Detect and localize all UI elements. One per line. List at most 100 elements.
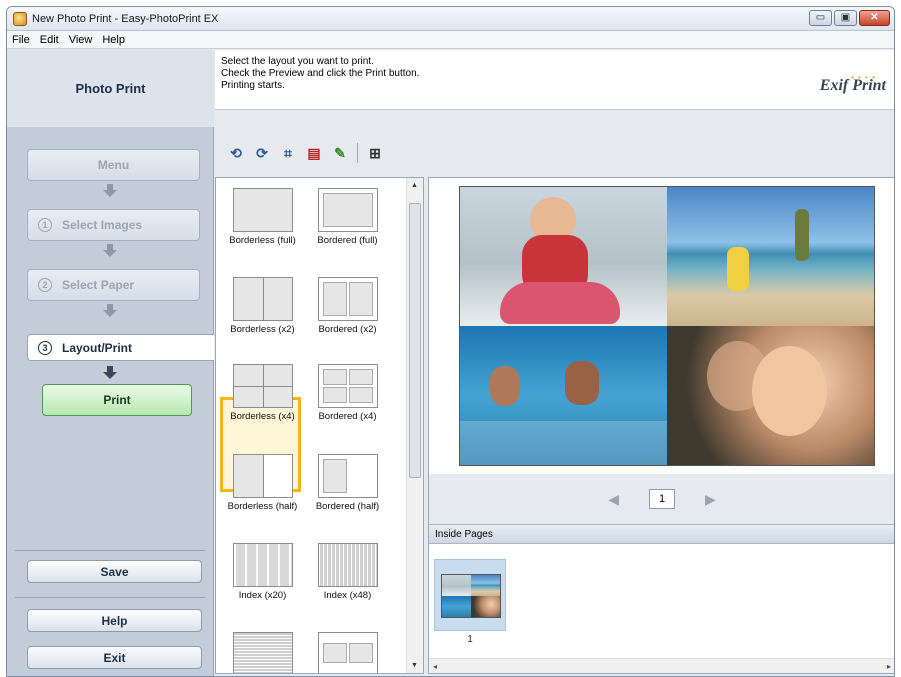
sidebar-title: Photo Print	[7, 50, 214, 127]
layout-label: Borderless (x4)	[230, 411, 295, 422]
layout-borderless-x2[interactable]: Borderless (x2)	[224, 277, 301, 335]
layout-label: Bordered (x2)	[318, 324, 377, 335]
instruction-line: Printing starts.	[221, 80, 285, 91]
layout-thumbnail	[317, 632, 378, 673]
menu-help[interactable]: Help	[102, 34, 125, 46]
minimize-button[interactable]: ▭	[809, 10, 832, 26]
mini-photo	[442, 575, 471, 596]
menu-edit[interactable]: Edit	[40, 34, 59, 46]
layout-list: Borderless (full) Bordered (full) Border…	[215, 177, 424, 674]
select-paper-button[interactable]: 2 Select Paper	[27, 269, 200, 301]
scroll-left-icon[interactable]: ◂	[433, 662, 437, 671]
step-label: Select Paper	[62, 278, 135, 292]
mini-photo	[442, 596, 471, 617]
page-number: 1	[649, 489, 675, 509]
main-panel: Select the layout you want to print. Che…	[215, 50, 894, 676]
layout-more[interactable]	[224, 632, 301, 673]
layout-label: Bordered (x4)	[318, 411, 377, 422]
layout-print-step[interactable]: 3 Layout/Print	[27, 334, 214, 361]
divider	[15, 597, 205, 598]
layout-bordered-full[interactable]: Bordered (full)	[309, 188, 386, 246]
layout-thumbnail	[317, 277, 378, 321]
layout-label: Index (x48)	[323, 590, 372, 601]
print-button[interactable]: Print	[42, 384, 192, 416]
correct-image-icon[interactable]: ✎	[331, 144, 349, 162]
layout-bordered-x4[interactable]: Bordered (x4)	[309, 364, 386, 422]
layout-thumbnail	[232, 454, 293, 498]
step-label: Select Images	[62, 218, 143, 232]
photo-kids-on-beach[interactable]	[667, 187, 874, 326]
layout-thumbnail	[232, 364, 293, 408]
layout-thumbnail	[317, 188, 378, 232]
rotate-right-icon[interactable]: ⟳	[253, 144, 271, 162]
date-settings-icon[interactable]: ⊞	[366, 144, 384, 162]
rotate-left-icon[interactable]: ⟲	[227, 144, 245, 162]
step-label: Layout/Print	[62, 340, 133, 355]
maximize-button[interactable]: ▣	[834, 10, 857, 26]
divider	[15, 550, 205, 551]
menu-button[interactable]: Menu	[27, 149, 200, 181]
layout-thumbnail	[317, 454, 378, 498]
layout-bordered-half[interactable]: Bordered (half)	[309, 454, 386, 512]
frame-icon[interactable]: ▤	[305, 144, 323, 162]
inside-pages-list: 1	[429, 544, 894, 659]
select-images-button[interactable]: 1 Select Images	[27, 209, 200, 241]
instruction-line: Select the layout you want to print.	[221, 56, 374, 67]
window-title: New Photo Print - Easy-PhotoPrint EX	[32, 12, 219, 25]
horizontal-scrollbar[interactable]: ◂ ▸	[429, 658, 894, 673]
scroll-down-icon[interactable]: ▼	[411, 662, 418, 669]
menu-view[interactable]: View	[69, 34, 93, 46]
layout-label: Borderless (half)	[227, 501, 298, 512]
scroll-right-icon[interactable]: ▸	[887, 662, 891, 671]
instructions-panel: Select the layout you want to print. Che…	[215, 50, 894, 110]
layout-bordered-x2[interactable]: Bordered (x2)	[309, 277, 386, 335]
exit-button[interactable]: Exit	[27, 646, 202, 669]
previous-page-icon[interactable]: ◀	[608, 491, 619, 508]
layout-thumbnail	[232, 632, 293, 673]
photo-boy-on-board[interactable]	[460, 187, 667, 326]
preview-area	[429, 178, 894, 473]
crop-icon[interactable]: ⌗	[279, 144, 297, 162]
help-button[interactable]: Help	[27, 609, 202, 632]
layout-thumbnail	[232, 543, 293, 587]
layout-label: Index (x20)	[238, 590, 287, 601]
page-thumbnail[interactable]	[434, 559, 506, 631]
layout-borderless-x4[interactable]: Borderless (x4)	[224, 364, 301, 422]
mini-photo	[471, 575, 500, 596]
title-bar: New Photo Print - Easy-PhotoPrint EX ▭ ▣…	[7, 7, 894, 31]
edit-toolbar: ⟲ ⟳ ⌗ ▤ ✎ ⊞	[215, 139, 894, 167]
layout-scrollbar[interactable]: ▲ ▼	[406, 178, 423, 673]
layout-index-x20[interactable]: Index (x20)	[224, 543, 301, 601]
step-number: 1	[38, 218, 52, 232]
layout-more[interactable]	[309, 632, 386, 673]
layout-thumbnail	[232, 277, 293, 321]
menu-file[interactable]: File	[12, 34, 30, 46]
preview-panel: ◀ 1 ▶ Inside Pages 1 ◂ ▸	[428, 177, 894, 674]
step-number: 2	[38, 278, 52, 292]
layout-thumbnail	[232, 188, 293, 232]
page-preview	[459, 186, 875, 466]
app-icon	[13, 11, 27, 26]
inside-pages-header: Inside Pages	[429, 524, 894, 544]
layout-thumbnail	[317, 543, 378, 587]
mini-photo	[471, 596, 500, 617]
page-thumbnail-label: 1	[467, 634, 473, 645]
layout-borderless-full[interactable]: Borderless (full)	[224, 188, 301, 246]
photo-smiling-kids[interactable]	[667, 326, 874, 465]
layout-index-x48[interactable]: Index (x48)	[309, 543, 386, 601]
layout-label: Borderless (full)	[229, 235, 296, 246]
layout-label: Bordered (half)	[315, 501, 380, 512]
instruction-line: Check the Preview and click the Print bu…	[221, 68, 420, 79]
scroll-up-icon[interactable]: ▲	[411, 182, 418, 189]
app-window: New Photo Print - Easy-PhotoPrint EX ▭ ▣…	[6, 6, 895, 677]
toolbar-divider	[357, 143, 358, 163]
photo-kids-in-water[interactable]	[460, 326, 667, 465]
layout-borderless-half[interactable]: Borderless (half)	[224, 454, 301, 512]
save-button[interactable]: Save	[27, 560, 202, 583]
close-button[interactable]: ✕	[859, 10, 890, 26]
scroll-thumb[interactable]	[409, 203, 421, 478]
layout-label: Borderless (x2)	[230, 324, 295, 335]
menu-bar: File Edit View Help	[7, 31, 894, 49]
next-page-icon[interactable]: ▶	[705, 491, 716, 508]
sidebar: Photo Print Menu 1 Select Images 2 Selec…	[7, 50, 214, 676]
